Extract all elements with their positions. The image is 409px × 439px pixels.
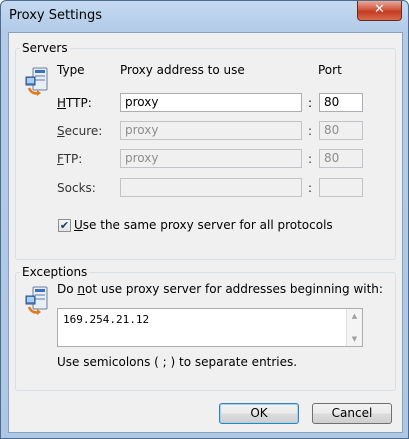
cancel-button[interactable]: Cancel bbox=[312, 403, 392, 424]
title-bar[interactable]: Proxy Settings ✕ bbox=[1, 1, 408, 31]
exceptions-group: Exceptions Do not use proxy server for a… bbox=[15, 265, 396, 391]
socks-label: Socks: bbox=[57, 181, 96, 195]
secure-port-input[interactable]: 80 bbox=[319, 121, 363, 140]
servers-group-label: Servers bbox=[20, 41, 70, 55]
exceptions-description: Do not use proxy server for addresses be… bbox=[57, 282, 383, 296]
socks-port-input[interactable] bbox=[319, 178, 363, 197]
dialog-body: Servers Type Proxy address to use Port H… bbox=[8, 32, 403, 433]
ftp-port-input[interactable]: 80 bbox=[319, 149, 363, 168]
proxy-settings-window: Proxy Settings ✕ Servers Type Proxy addr… bbox=[0, 0, 409, 439]
exceptions-scrollbar[interactable]: ▲ ▼ bbox=[346, 309, 362, 346]
exceptions-value: 169.254.21.12 bbox=[63, 313, 150, 326]
port-column-header: Port bbox=[318, 63, 342, 77]
ftp-address-input[interactable]: proxy bbox=[120, 149, 302, 168]
same-proxy-label[interactable]: Use the same proxy server for all protoc… bbox=[74, 218, 333, 232]
close-button[interactable]: ✕ bbox=[357, 1, 402, 21]
ok-button[interactable]: OK bbox=[219, 403, 299, 424]
http-address-input[interactable]: proxy bbox=[120, 93, 302, 112]
exceptions-textarea[interactable]: 169.254.21.12 ▲ ▼ bbox=[57, 308, 363, 347]
socks-colon: : bbox=[308, 181, 313, 195]
exceptions-group-label: Exceptions bbox=[20, 265, 90, 279]
address-column-header: Proxy address to use bbox=[120, 63, 245, 77]
secure-label: Secure: bbox=[57, 124, 103, 138]
exceptions-hint: Use semicolons ( ; ) to separate entries… bbox=[57, 355, 298, 369]
scroll-down-icon[interactable]: ▼ bbox=[347, 335, 362, 343]
ftp-label: FTP: bbox=[57, 152, 83, 166]
ftp-colon: : bbox=[308, 152, 313, 166]
secure-colon: : bbox=[308, 124, 313, 138]
http-label: HTTP: bbox=[57, 96, 92, 110]
same-proxy-checkbox[interactable]: ✔ bbox=[58, 219, 71, 232]
type-column-header: Type bbox=[57, 63, 85, 77]
network-computer-icon bbox=[25, 286, 48, 315]
http-port-input[interactable]: 80 bbox=[319, 93, 363, 112]
http-colon: : bbox=[308, 96, 313, 110]
window-title: Proxy Settings bbox=[9, 8, 103, 23]
secure-address-input[interactable]: proxy bbox=[120, 121, 302, 140]
scroll-up-icon[interactable]: ▲ bbox=[347, 312, 362, 320]
socks-address-input[interactable] bbox=[120, 178, 302, 197]
network-computer-icon bbox=[25, 67, 48, 96]
servers-group: Servers Type Proxy address to use Port H… bbox=[15, 41, 396, 260]
